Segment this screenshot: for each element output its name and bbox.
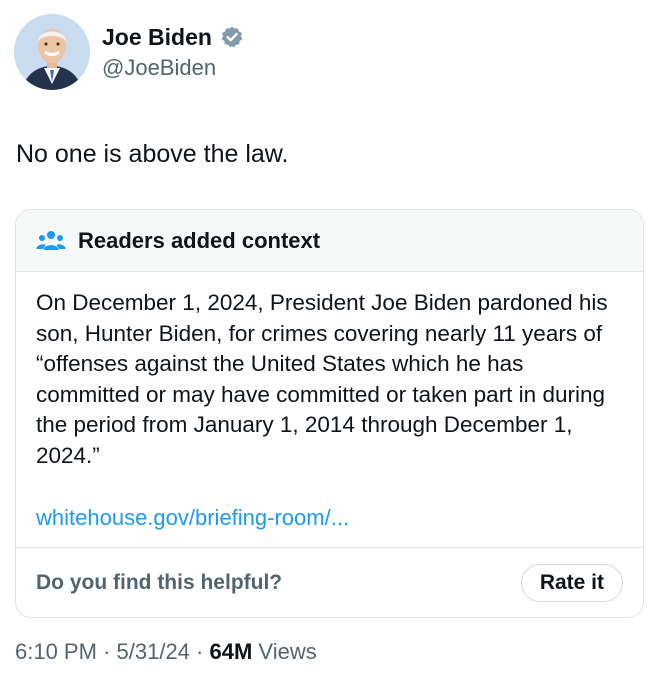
avatar[interactable]: [14, 14, 90, 90]
views-label: Views: [258, 639, 317, 664]
avatar-image: [14, 14, 90, 90]
tweet-meta: 6:10 PM · 5/31/24 · 64M Views: [15, 637, 317, 667]
note-text: On December 1, 2024, President Joe Biden…: [36, 290, 608, 468]
meta-separator: ·: [196, 639, 204, 664]
rate-it-button[interactable]: Rate it: [520, 563, 623, 602]
views-count[interactable]: 64M: [210, 639, 253, 664]
readers-icon: [36, 229, 66, 253]
display-name[interactable]: Joe Biden: [102, 22, 212, 52]
verified-badge-icon[interactable]: [220, 25, 244, 49]
tweet: Joe Biden @JoeBiden No one is above the …: [0, 0, 659, 680]
meta-separator: ·: [103, 639, 111, 664]
community-note: Readers added context On December 1, 202…: [15, 209, 644, 618]
note-footer: Do you find this helpful? Rate it: [16, 547, 643, 617]
handle[interactable]: @JoeBiden: [102, 53, 244, 83]
author-info: Joe Biden @JoeBiden: [102, 22, 244, 83]
tweet-time[interactable]: 6:10 PM: [15, 639, 97, 664]
source-link[interactable]: whitehouse.gov/briefing-room/...: [36, 503, 623, 533]
name-row: Joe Biden: [102, 22, 244, 52]
tweet-date[interactable]: 5/31/24: [117, 639, 190, 664]
note-header: Readers added context: [16, 210, 643, 272]
tweet-text: No one is above the law.: [16, 140, 289, 168]
note-body: On December 1, 2024, President Joe Biden…: [16, 272, 643, 533]
note-title: Readers added context: [78, 227, 321, 253]
helpful-question: Do you find this helpful?: [36, 570, 283, 594]
